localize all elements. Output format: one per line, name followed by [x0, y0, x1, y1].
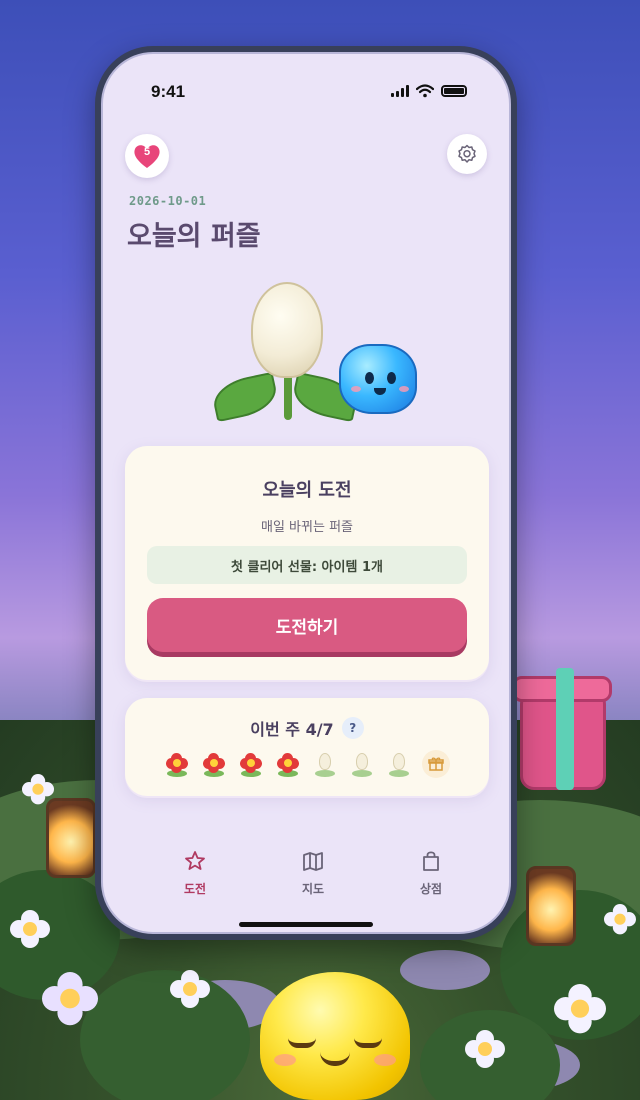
tab-challenge[interactable]: 도전 [165, 850, 225, 897]
tab-label: 상점 [419, 882, 443, 896]
signal-icon [391, 85, 409, 97]
bag-icon [423, 851, 439, 871]
battery-icon [441, 85, 467, 97]
day-completed-flower-icon [237, 750, 265, 778]
tulip-bud-icon [251, 282, 323, 378]
bottom-tab-bar: 도전 지도 상점 [103, 850, 509, 910]
day-completed-flower-icon [274, 750, 302, 778]
treasure-chest-decoration [512, 668, 612, 798]
day-completed-flower-icon [163, 750, 191, 778]
lantern-decoration [46, 798, 96, 878]
yellow-jelly-mascot [260, 972, 410, 1100]
flower-decoration [10, 910, 50, 950]
phone-frame: 9:41 5 2026-10-01 오늘의 퍼즐 오늘의 도전 매일 바뀌는 퍼… [95, 46, 517, 940]
day-pending-bud-icon [311, 750, 339, 778]
flower-decoration [604, 904, 636, 936]
flower-decoration [554, 984, 606, 1036]
lantern-decoration [526, 866, 576, 946]
day-completed-flower-icon [200, 750, 228, 778]
hero-illustration [209, 282, 425, 432]
status-bar: 9:41 [103, 80, 509, 104]
gear-icon [458, 144, 476, 163]
blue-jelly-mascot [339, 344, 417, 414]
lives-count: 5 [143, 146, 151, 158]
lives-button[interactable]: 5 [125, 134, 169, 178]
day-pending-bud-icon [385, 750, 413, 778]
daily-challenge-card: 오늘의 도전 매일 바뀌는 퍼즐 첫 클리어 선물: 아이템 1개 도전하기 [125, 446, 489, 680]
start-challenge-button[interactable]: 도전하기 [147, 598, 467, 652]
gift-icon[interactable] [422, 750, 450, 778]
first-clear-reward: 첫 클리어 선물: 아이템 1개 [147, 546, 467, 584]
home-indicator[interactable] [239, 922, 373, 927]
map-icon [303, 852, 323, 871]
app-screen: 9:41 5 2026-10-01 오늘의 퍼즐 오늘의 도전 매일 바뀌는 퍼… [101, 52, 511, 934]
tab-map[interactable]: 지도 [283, 850, 343, 897]
challenge-subtitle: 매일 바뀌는 퍼즐 [261, 520, 353, 535]
tab-shop[interactable]: 상점 [401, 850, 461, 897]
star-icon [185, 851, 205, 870]
status-time: 9:41 [151, 82, 186, 101]
challenge-title: 오늘의 도전 [262, 480, 352, 501]
weekly-days [163, 750, 450, 778]
settings-button[interactable] [447, 134, 487, 174]
weekly-progress-card: 이번 주 4/7 ? [125, 698, 489, 796]
wifi-icon [416, 84, 434, 98]
day-pending-bud-icon [348, 750, 376, 778]
flower-decoration [42, 972, 98, 1028]
flower-decoration [465, 1030, 505, 1070]
puzzle-date: 2026-10-01 [129, 194, 207, 208]
flower-decoration [170, 970, 210, 1010]
page-title: 오늘의 퍼즐 [127, 221, 261, 252]
weekly-progress-label: 이번 주 4/7 [250, 720, 334, 739]
help-button[interactable]: ? [341, 717, 364, 739]
tab-label: 도전 [183, 882, 207, 896]
tab-label: 지도 [301, 882, 325, 896]
